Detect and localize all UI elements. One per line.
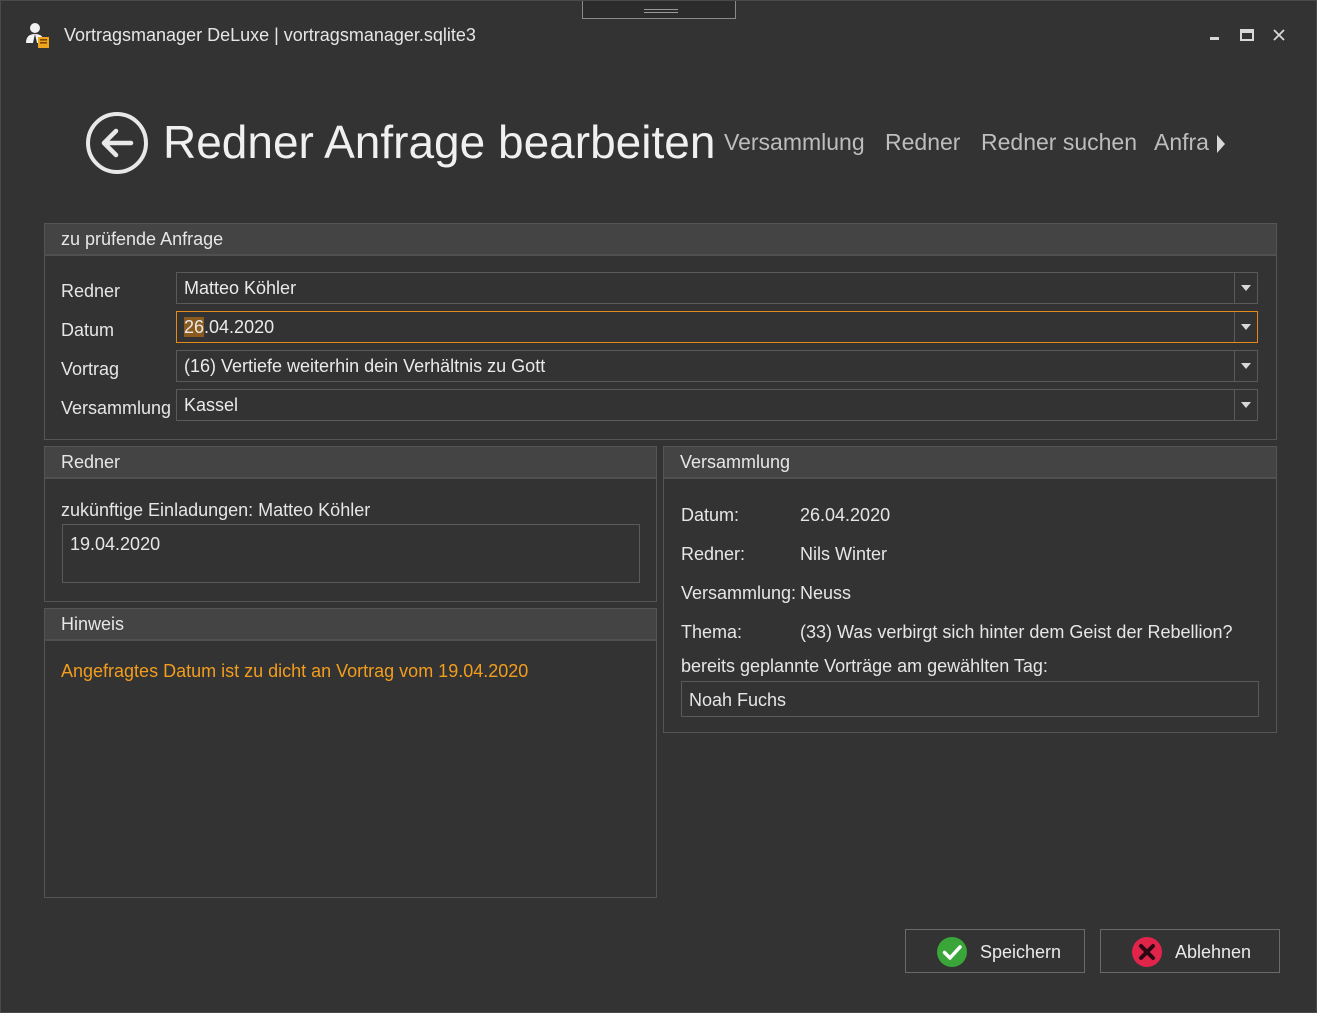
top-navigation: Versammlung Redner Redner suchen Anfrage… [1, 129, 1316, 163]
speaker-group: Redner zukünftige Einladungen: Matteo Kö… [44, 446, 657, 602]
detail-speaker-value: Nils Winter [800, 544, 888, 564]
close-icon [1273, 29, 1285, 41]
nav-scroll-right-icon[interactable] [1215, 134, 1227, 154]
minimize-icon [1210, 37, 1219, 40]
save-button[interactable]: Speichern [905, 929, 1085, 973]
checkmark-icon [937, 937, 967, 967]
future-invitations-list[interactable]: 19.04.2020 [62, 524, 640, 583]
list-item[interactable]: Noah Fuchs [689, 690, 786, 711]
chevron-down-icon [1241, 363, 1251, 369]
close-button[interactable] [1265, 21, 1293, 49]
detail-date-label: Datum: [681, 505, 740, 525]
chevron-down-icon [1241, 285, 1251, 291]
save-button-label: Speichern [980, 942, 1062, 962]
nav-item-versammlung[interactable]: Versammlung [724, 129, 865, 156]
nav-item-redner-suchen[interactable]: Redner suchen [981, 129, 1137, 156]
window-title: Vortragsmanager DeLuxe | vortragsmanager… [64, 25, 476, 45]
request-group: zu prüfende Anfrage Redner Matteo Köhler… [44, 223, 1277, 440]
detail-congregation-value: Neuss [800, 583, 852, 603]
planned-talks-list[interactable]: Noah Fuchs [681, 681, 1259, 717]
date-picker[interactable]: 26.04.2020 [176, 311, 1258, 343]
planned-talks-label: bereits geplannte Vorträge am gewählten … [681, 656, 1048, 676]
congregation-dropdown-button[interactable] [1234, 390, 1257, 420]
hint-warning-message: Angefragtes Datum ist zu dicht an Vortra… [61, 661, 529, 681]
speaker-combobox[interactable]: Matteo Köhler [176, 272, 1258, 304]
date-dropdown-button[interactable] [1234, 312, 1257, 342]
nav-item-anfragen[interactable]: Anfragen [1154, 129, 1210, 156]
speaker-label: Redner [61, 281, 121, 301]
app-logo-icon [26, 23, 49, 48]
future-invitations-label: zukünftige Einladungen: Matteo Köhler [61, 500, 371, 520]
congregation-value: Kassel [184, 395, 239, 415]
talk-value: (16) Vertiefe weiterhin dein Verhältnis … [184, 356, 546, 376]
detail-date-value: 26.04.2020 [800, 505, 891, 525]
app-window: Vortragsmanager DeLuxe | vortragsmanager… [0, 0, 1317, 1013]
minimize-button[interactable] [1201, 21, 1229, 49]
detail-topic-label: Thema: [681, 622, 743, 642]
talk-combobox[interactable]: (16) Vertiefe weiterhin dein Verhältnis … [176, 350, 1258, 382]
reject-button-label: Ablehnen [1175, 942, 1252, 962]
congregation-label: Versammlung [61, 398, 172, 418]
hint-group-header: Hinweis [45, 609, 656, 641]
congregation-group: Versammlung Datum: 26.04.2020 Redner: Ni… [663, 446, 1277, 733]
reject-button[interactable]: Ablehnen [1100, 929, 1280, 973]
speaker-dropdown-button[interactable] [1234, 273, 1257, 303]
maximize-button[interactable] [1233, 21, 1261, 49]
date-value-selection: 26 [184, 317, 205, 337]
date-value-rest: .04.2020 [204, 317, 275, 337]
title-bar: Vortragsmanager DeLuxe | vortragsmanager… [1, 1, 1316, 71]
detail-speaker-label: Redner: [681, 544, 746, 564]
hint-group: Hinweis Angefragtes Datum ist zu dicht a… [44, 608, 657, 898]
chevron-down-icon [1241, 324, 1251, 330]
chevron-down-icon [1241, 402, 1251, 408]
congregation-group-header: Versammlung [664, 447, 1276, 479]
detail-topic-value: (33) Was verbirgt sich hinter dem Geist … [800, 622, 1233, 642]
congregation-combobox[interactable]: Kassel [176, 389, 1258, 421]
detail-congregation-label: Versammlung: [681, 583, 797, 603]
request-group-header: zu prüfende Anfrage [45, 224, 1276, 256]
list-item[interactable]: 19.04.2020 [70, 534, 160, 555]
talk-dropdown-button[interactable] [1234, 351, 1257, 381]
date-label: Datum [61, 320, 115, 340]
maximize-icon [1240, 29, 1254, 41]
reject-x-icon [1132, 937, 1162, 967]
speaker-value: Matteo Köhler [184, 278, 297, 298]
nav-item-redner[interactable]: Redner [885, 129, 960, 156]
talk-label: Vortrag [61, 359, 120, 379]
speaker-group-header: Redner [45, 447, 656, 479]
date-value: 26.04.2020 [184, 317, 274, 338]
